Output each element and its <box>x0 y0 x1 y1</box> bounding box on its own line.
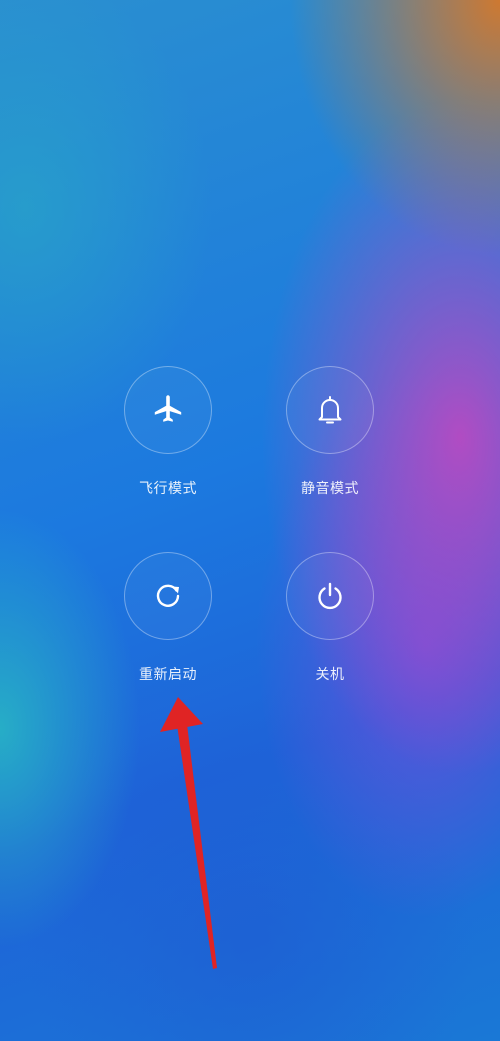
silent-mode-label: 静音模式 <box>301 481 359 497</box>
silent-mode-button[interactable] <box>286 366 374 454</box>
power-off-label: 关机 <box>315 667 345 683</box>
silent-mode-action: 静音模式 <box>265 366 395 498</box>
restart-icon <box>156 584 180 607</box>
bell-icon <box>318 396 342 424</box>
restart-button[interactable] <box>124 552 212 640</box>
power-off-action: 关机 <box>265 552 395 684</box>
restart-action: 重新启动 <box>103 552 233 684</box>
power-menu: 飞行模式 静音模式 重新启动 关机 <box>0 0 500 1041</box>
airplane-icon <box>154 395 182 422</box>
airplane-mode-button[interactable] <box>124 366 212 454</box>
airplane-mode-label: 飞行模式 <box>139 481 197 497</box>
power-off-button[interactable] <box>286 552 374 640</box>
airplane-mode-action: 飞行模式 <box>103 366 233 498</box>
restart-label: 重新启动 <box>139 667 197 683</box>
power-icon <box>318 582 342 610</box>
